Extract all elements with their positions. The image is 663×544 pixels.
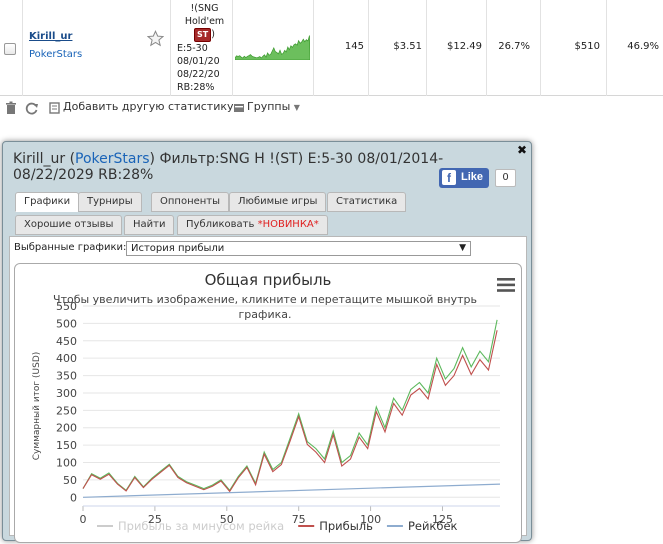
total-profit: $510 [574,41,600,52]
chart-select[interactable]: История прибыли ▼ [126,241,471,256]
cell-divider [313,0,314,96]
y-tick-label: 250 [56,404,77,417]
games-count: 145 [344,41,364,52]
popup-title: Kirill_ur (PokerStars) Фильтр:SNG H !(ST… [13,151,453,183]
y-tick-label: 100 [56,457,77,470]
y-tick-label: 450 [56,335,77,348]
avg-stake: $3.51 [393,41,422,52]
refresh-icon[interactable] [25,101,39,115]
add-stats-link[interactable]: Добавить другую статистику [63,100,234,113]
cell-divider [426,0,427,96]
tab-tournaments[interactable]: Турниры [78,192,142,212]
results-row: Kirill_ur PokerStars !(SNG Hold'em ST) E… [0,0,663,96]
x-tick-label: 75 [292,513,306,526]
cell-divider [540,0,541,96]
tab-publish[interactable]: Публиковать *НОВИНКА* [177,215,328,235]
filter-line: 08/22/20 [177,69,220,80]
chevron-down-icon: ▼ [293,103,300,112]
selector-label: Выбранные графики: [14,242,127,253]
tab-good-reviews[interactable]: Хорошие отзывы [15,215,123,235]
legend-item: Прибыль [319,519,373,533]
y-tick-label: 500 [56,317,77,330]
y-tick-label: 550 [56,300,77,313]
tab-statistics[interactable]: Статистика [327,192,407,212]
facebook-like-button[interactable]: f Like [439,168,489,188]
chart-select-value: История прибыли [131,243,225,254]
filter-description: !(SNG Hold'em ST) E:5-30 08/01/20 08/22/… [177,2,232,94]
tab-search[interactable]: Найти [124,215,175,235]
row-checkbox[interactable] [4,43,16,55]
new-badge: *НОВИНКА* [257,219,319,230]
cell-divider [368,0,369,96]
facebook-like-label: Like [461,171,484,183]
add-stats-icon [49,102,60,114]
avg-roi: 26.7% [498,41,530,52]
player-site-link[interactable]: PokerStars [29,49,82,60]
player-name-link[interactable]: Kirill_ur [29,31,72,42]
groups-label: Группы [247,100,291,113]
filter-line: 08/01/20 [177,56,220,67]
avg-profit: $12.49 [447,41,482,52]
series-line [82,330,498,493]
filter-line: Hold'em [184,16,225,27]
abi-value: 46.9% [627,41,659,52]
legend-item: Прибыль за минусом рейка [118,519,284,533]
player-stats-popup: ✖ Kirill_ur (PokerStars) Фильтр:SNG H !(… [2,141,532,543]
profit-sparkline [235,35,310,60]
groups-menu[interactable]: Группы ▼ [247,100,300,113]
cell-divider [232,0,233,96]
facebook-like-count: 0 [495,169,516,187]
st-badge: ST [194,28,212,42]
table-toolbar: Добавить другую статистику Группы ▼ [0,97,663,119]
tab-favorite-games[interactable]: Любимые игры [229,192,327,212]
filter-line: ) [211,29,215,40]
y-tick-label: 300 [56,387,77,400]
tab-publish-label: Публиковать [186,219,258,230]
chart-container[interactable]: Общая прибыль Чтобы увеличить изображени… [14,263,522,543]
y-tick-label: 200 [56,422,77,435]
title-player: Kirill_ur ( [13,151,76,167]
y-tick-label: 50 [63,474,77,487]
tab-charts[interactable]: Графики [15,192,80,212]
cell-divider [170,0,171,96]
close-icon[interactable]: ✖ [517,143,527,157]
y-tick-label: 350 [56,370,77,383]
cell-divider [606,0,607,96]
filter-line: E:5-30 [177,43,208,54]
profit-chart[interactable]: 0501001502002503003504004505005500 25 50 75… [15,264,521,544]
y-tick-label: 0 [70,491,77,504]
dropdown-arrow-icon: ▼ [459,243,466,253]
tab-opponents[interactable]: Оппоненты [151,192,230,212]
y-tick-label: 400 [56,352,77,365]
cell-divider [22,0,23,96]
charts-panel: Выбранные графики: История прибыли ▼ Общ… [9,236,527,543]
y-axis-label: Суммарный итог (USD) [32,352,42,461]
filter-line: !(SNG [190,3,219,14]
trash-icon[interactable] [4,101,18,115]
groups-icon [234,104,244,112]
cell-divider [486,0,487,96]
legend-item: Рейкбек [408,519,458,533]
title-site-link[interactable]: PokerStars [75,151,150,167]
favorite-star-icon[interactable] [147,30,164,47]
y-tick-label: 150 [56,439,77,452]
series-line [82,319,498,492]
x-tick-label: 0 [80,513,87,526]
filter-line: RB:28% [177,82,215,93]
facebook-icon: f [442,170,456,185]
